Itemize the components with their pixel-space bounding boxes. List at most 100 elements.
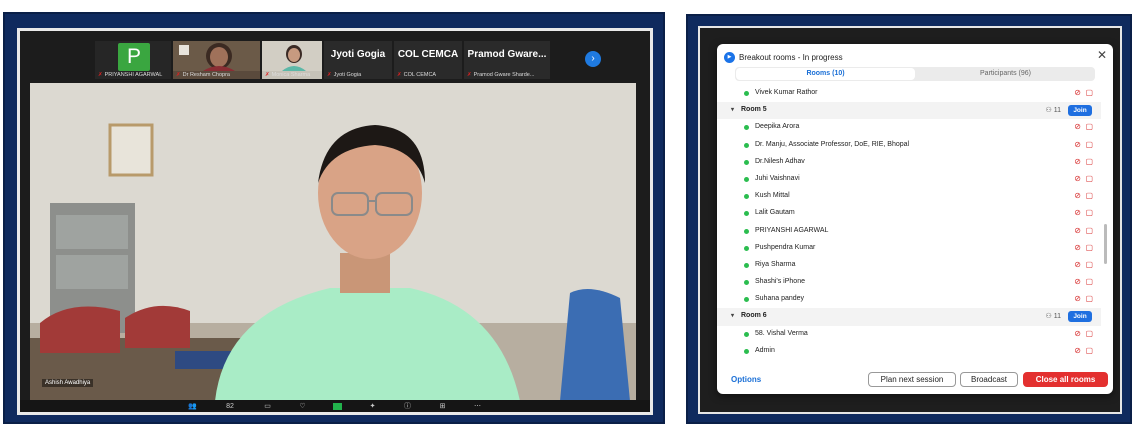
- mic-muted-icon: ⊘: [1074, 328, 1081, 338]
- participant-name: Juhi Vaishnavi: [755, 174, 800, 182]
- speaker-video-image: [30, 83, 636, 401]
- participant-tile[interactable]: P ✗ PRIYANSHI AGARWAL: [95, 41, 171, 79]
- options-button[interactable]: Options: [731, 375, 761, 384]
- speaker-name-label: Ashish Awadhiya: [42, 379, 94, 387]
- participant-name: Pushpendra Kumar: [755, 243, 816, 251]
- video-off-icon: ▢: [1085, 242, 1093, 252]
- mic-muted-icon: ⊘: [1074, 191, 1081, 201]
- participant-count: 82: [226, 402, 234, 410]
- participant-name: Dr.Nilesh Adhav: [755, 157, 805, 165]
- plan-next-session-button[interactable]: Plan next session: [868, 372, 956, 387]
- next-page-icon[interactable]: ›: [585, 51, 601, 67]
- participant-tile[interactable]: COL CEMCA ✗ COL CEMCA: [394, 41, 462, 79]
- participant-name: Pramod Gware Sharde...: [473, 72, 535, 78]
- mic-muted-icon: ⊘: [1074, 259, 1081, 269]
- video-thumbnail: [173, 41, 260, 71]
- online-status-icon: [744, 331, 749, 337]
- mic-muted-icon: ⊘: [1074, 88, 1081, 97]
- breakout-rooms-icon[interactable]: ⊞: [438, 403, 447, 410]
- mic-muted-icon: ⊘: [1074, 139, 1081, 149]
- broadcast-button[interactable]: Broadcast: [960, 372, 1018, 387]
- participant-row: Riya Sharma ⊘ ▢: [717, 257, 1101, 274]
- video-thumbnail: [262, 41, 322, 71]
- participant-row: Dr.Nilesh Adhav ⊘ ▢: [717, 154, 1101, 171]
- video-off-icon: ▢: [1085, 156, 1093, 166]
- mic-muted-icon: ⊘: [1074, 156, 1081, 166]
- participant-name: Vivek Kumar Rathor: [755, 89, 818, 96]
- mic-muted-icon: ⊘: [1074, 208, 1081, 218]
- participant-row: Dr. Manju, Associate Professor, DoE, RIE…: [717, 137, 1101, 154]
- video-off-icon: ▢: [1085, 208, 1093, 218]
- mic-muted-icon: ⊘: [1074, 277, 1081, 287]
- participant-row: Lalit Gautam ⊘ ▢: [717, 205, 1101, 222]
- online-status-icon: [744, 280, 749, 286]
- participant-row: 58. Vishal Verma ⊘ ▢: [717, 326, 1101, 343]
- participant-tile[interactable]: Pramod Gware... ✗ Pramod Gware Sharde...: [464, 41, 550, 79]
- video-off-icon: ▢: [1085, 139, 1093, 149]
- participant-display-name: Jyoti Gogia: [330, 49, 386, 60]
- participant-strip: P ✗PRIYANSHI AGARWAL ✗Dr Resham Chopra: [95, 41, 550, 79]
- video-off-icon: ▢: [1085, 345, 1093, 355]
- left-frame: P ✗PRIYANSHI AGARWAL ✗Dr Resham Chopra: [3, 12, 665, 424]
- video-off-icon: ▢: [1085, 328, 1093, 338]
- participant-name: Admin: [755, 346, 775, 354]
- participant-name: Kush Mittal: [755, 192, 790, 200]
- participant-name: Shashi's iPhone: [755, 278, 805, 286]
- participant-name: Dr Resham Chopra: [182, 72, 230, 78]
- video-off-icon: ▢: [1085, 277, 1093, 287]
- more-icon[interactable]: ⋯: [473, 403, 482, 410]
- room-count-value: 11: [1053, 313, 1061, 321]
- room-count: ⚇ 11: [1045, 107, 1061, 115]
- avatar: P: [118, 43, 150, 71]
- room-list: Vivek Kumar Rathor ⊘ ▢ ▾ Room 5 ⚇ 11 Join Deepi…: [717, 85, 1101, 365]
- close-icon[interactable]: ✕: [1097, 48, 1107, 62]
- participants-icon[interactable]: 👥: [188, 403, 197, 410]
- mic-muted-icon: ⊘: [1074, 294, 1081, 304]
- video-off-icon: ▢: [1085, 88, 1093, 97]
- participant-name: Deepika Arora: [755, 123, 800, 131]
- room-count: ⚇ 11: [1045, 313, 1061, 321]
- mic-muted-icon: ✗: [397, 72, 402, 78]
- close-all-rooms-button[interactable]: Close all rooms: [1023, 372, 1108, 387]
- participant-name: PRIYANSHI AGARWAL: [755, 226, 829, 234]
- mic-muted-icon: ⊘: [1074, 122, 1081, 132]
- room-name: Room 5: [741, 106, 767, 114]
- participant-row: Shashi's iPhone ⊘ ▢: [717, 274, 1101, 291]
- video-off-icon: ▢: [1085, 191, 1093, 201]
- chevron-down-icon[interactable]: ▾: [731, 106, 734, 113]
- tab-participants[interactable]: Participants (96): [916, 67, 1095, 81]
- mic-muted-icon: ✗: [176, 72, 181, 78]
- participant-name: Lalit Gautam: [755, 209, 795, 217]
- mic-muted-icon: ⊘: [1074, 345, 1081, 355]
- room-header: ▾ Room 6 ⚇ 11 Join: [717, 308, 1101, 326]
- participant-name: Dr. Manju, Associate Professor, DoE, RIE…: [755, 140, 910, 148]
- mic-muted-icon: ⊘: [1074, 242, 1081, 252]
- participant-name: PRIYANSHI AGARWAL: [104, 72, 163, 78]
- room-name: Room 6: [741, 312, 767, 320]
- join-button[interactable]: Join: [1068, 105, 1092, 117]
- online-status-icon: [744, 125, 749, 131]
- participant-name: Jyoti Gogia: [333, 72, 362, 78]
- participant-tile[interactable]: Jyoti Gogia ✗ Jyoti Gogia: [324, 41, 392, 79]
- info-icon[interactable]: ⓘ: [403, 403, 412, 410]
- share-screen-icon[interactable]: [333, 402, 342, 410]
- join-button[interactable]: Join: [1068, 311, 1092, 323]
- meeting-toolbar: 👥 82 ▭ ♡ ✦ ⓘ ⊞ ⋯: [20, 400, 650, 412]
- video-off-icon: ▢: [1085, 259, 1093, 269]
- chevron-down-icon[interactable]: ▾: [731, 312, 734, 319]
- participant-row: Suhana pandey ⊘ ▢: [717, 291, 1101, 308]
- chat-icon[interactable]: ▭: [263, 403, 272, 410]
- scrollbar[interactable]: [1104, 224, 1107, 264]
- participant-tile[interactable]: ✗ Dr Resham Chopra: [173, 41, 260, 79]
- participant-row: Admin ⊘ ▢: [717, 343, 1101, 360]
- mic-muted-icon: ✗: [265, 72, 270, 78]
- tab-rooms[interactable]: Rooms (10): [736, 68, 915, 80]
- participant-tile[interactable]: ✗ Monica Sharma: [262, 41, 322, 79]
- video-off-icon: ▢: [1085, 122, 1093, 132]
- zoom-logo-icon: ▶: [724, 51, 735, 63]
- participant-name: Riya Sharma: [755, 260, 796, 268]
- online-status-icon: [744, 262, 749, 268]
- apps-icon[interactable]: ✦: [368, 403, 377, 410]
- participant-display-name: COL CEMCA: [397, 49, 459, 60]
- reactions-icon[interactable]: ♡: [298, 403, 307, 410]
